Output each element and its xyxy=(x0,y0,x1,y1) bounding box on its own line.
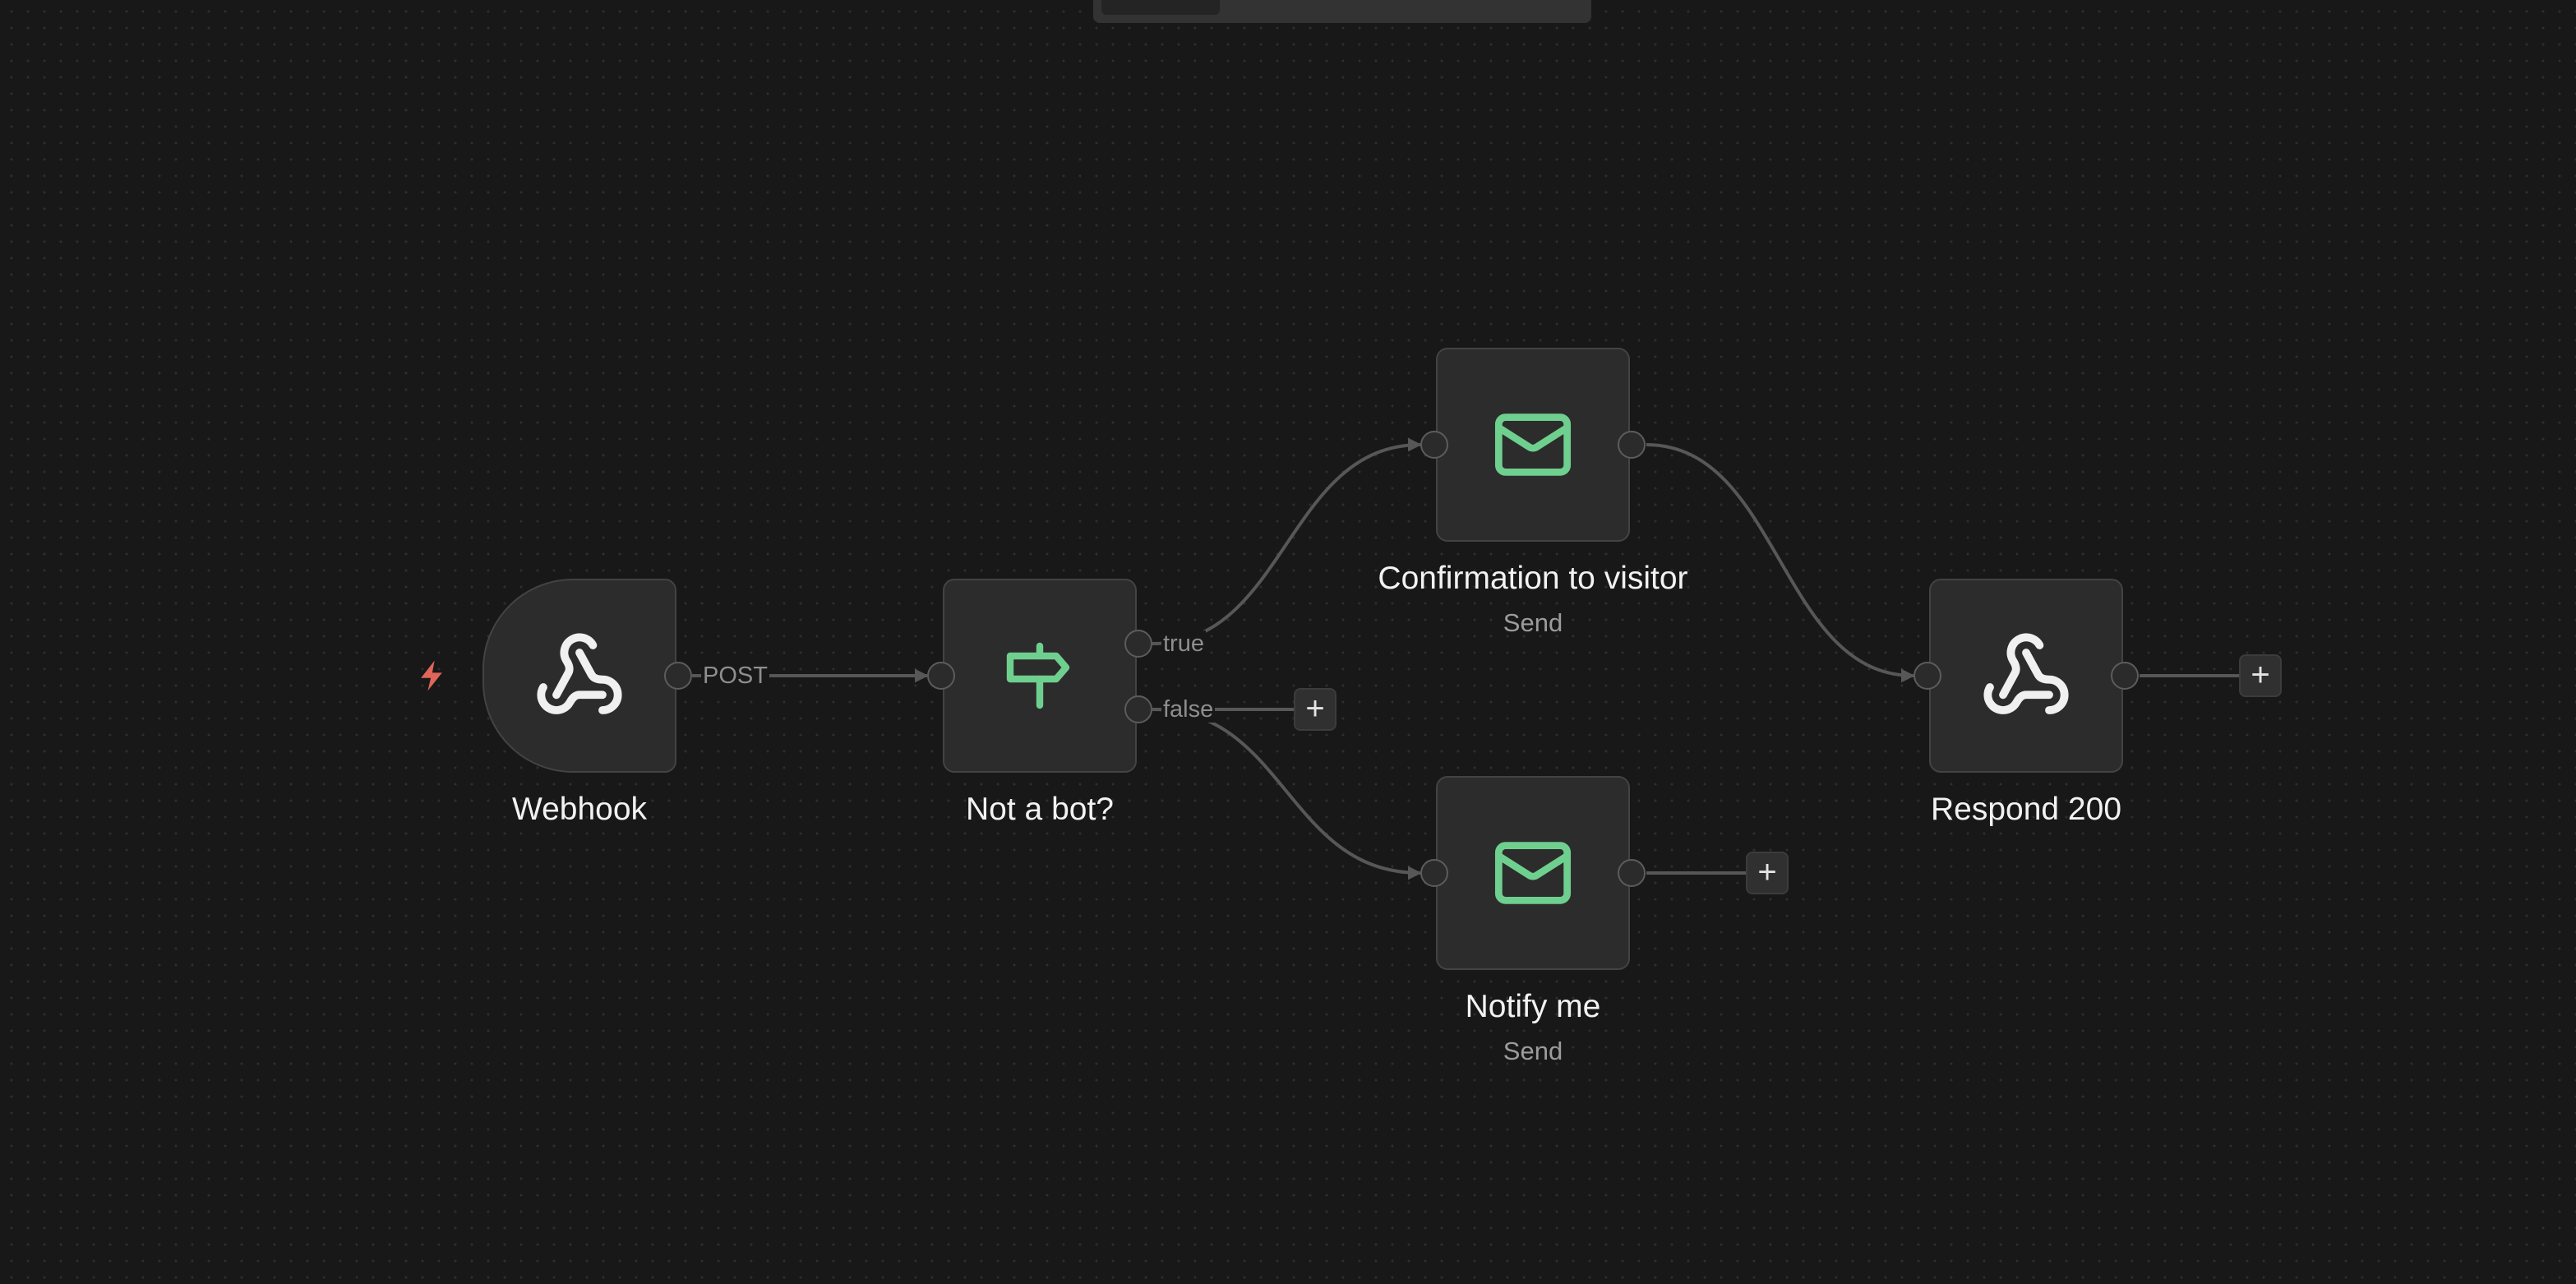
if-true-handle[interactable] xyxy=(1124,630,1152,658)
webhook-icon xyxy=(533,630,626,722)
edge-label-false: false xyxy=(1161,696,1216,723)
node-notify[interactable] xyxy=(1436,776,1630,970)
trigger-bolt-icon xyxy=(421,660,442,691)
edge-label-true: true xyxy=(1161,630,1206,657)
envelope-icon xyxy=(1492,404,1574,486)
envelope-icon xyxy=(1492,832,1574,914)
connections-layer xyxy=(692,437,2239,880)
node-notify-title: Notify me xyxy=(1465,989,1601,1024)
if-input-handle[interactable] xyxy=(927,662,955,690)
node-if-title: Not a bot? xyxy=(966,792,1114,827)
webhook-output-handle[interactable] xyxy=(664,662,692,690)
node-notify-subtitle: Send xyxy=(1503,1037,1563,1065)
node-confirmation-subtitle: Send xyxy=(1503,608,1563,637)
confirmation-input-handle[interactable] xyxy=(1420,431,1448,459)
node-confirmation[interactable] xyxy=(1436,348,1630,542)
edge-label-post: POST xyxy=(701,663,769,689)
node-if[interactable] xyxy=(943,579,1137,773)
node-respond-title: Respond 200 xyxy=(1930,792,2122,827)
node-webhook[interactable] xyxy=(482,579,676,773)
webhook-icon xyxy=(1980,630,2072,722)
node-webhook-title: Webhook xyxy=(511,792,648,827)
add-node-button-notify[interactable]: + xyxy=(1746,852,1789,894)
respond-output-handle[interactable] xyxy=(2111,662,2139,690)
notify-input-handle[interactable] xyxy=(1420,859,1448,887)
node-confirmation-title: Confirmation to visitor xyxy=(1378,561,1688,596)
respond-input-handle[interactable] xyxy=(1914,662,1941,690)
node-respond[interactable] xyxy=(1929,579,2123,773)
confirmation-output-handle[interactable] xyxy=(1618,431,1646,459)
notify-output-handle[interactable] xyxy=(1618,859,1646,887)
if-false-handle[interactable] xyxy=(1124,695,1152,723)
add-node-button-respond[interactable]: + xyxy=(2239,654,2282,697)
signpost-icon xyxy=(1000,636,1079,715)
add-node-button-if-false[interactable]: + xyxy=(1294,688,1336,731)
workflow-canvas[interactable]: Webhook POST Not a bot? true false + Con… xyxy=(0,0,2576,1284)
